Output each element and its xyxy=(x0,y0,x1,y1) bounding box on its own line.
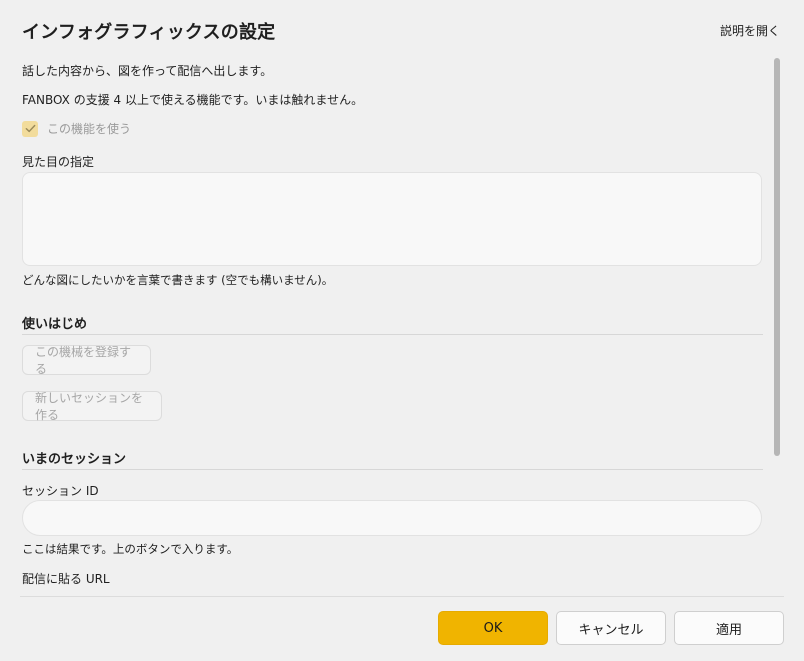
enable-feature-checkbox-row: この機能を使う xyxy=(22,120,131,137)
settings-scroll-area[interactable]: 話した内容から、図を作って配信へ出します。 FANBOX の支援 4 以上で使え… xyxy=(22,58,764,596)
enable-feature-label: この機能を使う xyxy=(47,122,132,136)
feature-description: 話した内容から、図を作って配信へ出します。 xyxy=(22,64,273,78)
dialog-header: インフォグラフィックスの設定 説明を開く xyxy=(22,18,780,48)
current-session-heading: いまのセッション xyxy=(22,452,127,467)
getting-started-heading: 使いはじめ xyxy=(22,317,88,332)
session-id-help: ここは結果です。上のボタンで入ります。 xyxy=(22,542,239,556)
enable-feature-checkbox[interactable] xyxy=(22,120,38,137)
apply-button[interactable]: 適用 xyxy=(674,611,784,645)
session-id-field[interactable] xyxy=(22,500,762,536)
check-icon xyxy=(25,124,35,133)
style-textarea[interactable] xyxy=(22,172,762,266)
requirement-note: FANBOX の支援 4 以上で使える機能です。いまは触れません。 xyxy=(22,93,364,107)
footer-divider xyxy=(20,596,784,597)
style-field-label: 見た目の指定 xyxy=(22,155,95,169)
ok-button[interactable]: OK xyxy=(438,611,548,645)
cancel-button[interactable]: キャンセル xyxy=(556,611,666,645)
section-divider xyxy=(22,469,763,470)
dialog-title: インフォグラフィックスの設定 xyxy=(22,22,276,43)
register-machine-button[interactable]: この機械を登録する xyxy=(22,345,151,376)
stream-url-label: 配信に貼る URL xyxy=(22,572,110,586)
section-divider xyxy=(22,334,763,335)
vertical-scrollbar[interactable] xyxy=(774,58,780,456)
help-link[interactable]: 説明を開く xyxy=(720,22,780,39)
new-session-button[interactable]: 新しいセッションを作る xyxy=(22,391,162,422)
style-field-help: どんな図にしたいかを言葉で書きます (空でも構いません)。 xyxy=(22,273,334,287)
session-id-label: セッション ID xyxy=(22,484,99,498)
